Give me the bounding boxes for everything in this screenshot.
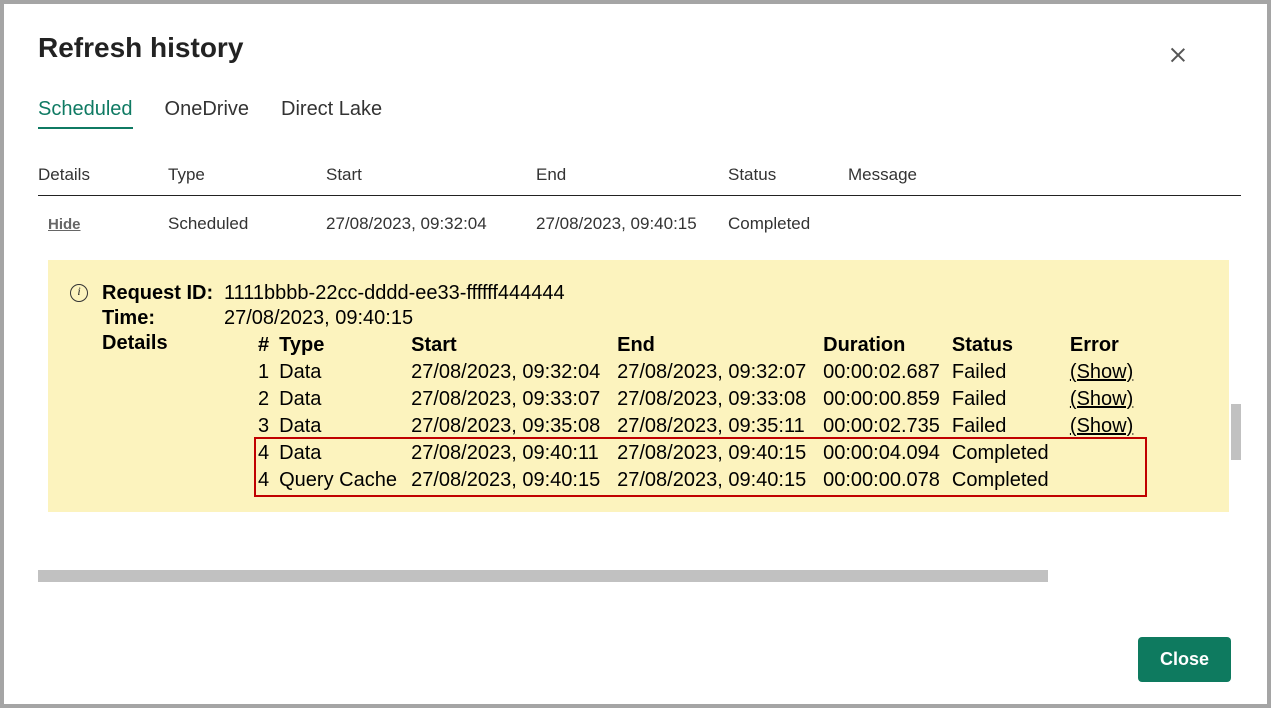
info-icon bbox=[70, 284, 88, 302]
history-section: Details Type Start End Status Message Hi… bbox=[38, 159, 1241, 512]
tab-bar: Scheduled OneDrive Direct Lake bbox=[38, 98, 1241, 129]
cell-error: (Show) bbox=[1070, 386, 1145, 413]
cell-duration: 00:00:00.859 bbox=[823, 386, 952, 413]
cell-error: (Show) bbox=[1070, 359, 1145, 386]
row-status: Completed bbox=[728, 196, 848, 235]
cell-end: 27/08/2023, 09:32:07 bbox=[617, 359, 823, 386]
cell-status: Completed bbox=[952, 440, 1070, 467]
cell-error bbox=[1070, 467, 1145, 494]
show-error-link[interactable]: (Show) bbox=[1070, 361, 1133, 383]
col-details: Details bbox=[38, 159, 168, 196]
cell-end: 27/08/2023, 09:40:15 bbox=[617, 467, 823, 494]
cell-duration: 00:00:02.735 bbox=[823, 413, 952, 440]
col-start: Start bbox=[326, 159, 536, 196]
scrollbar-horizontal[interactable] bbox=[38, 570, 1048, 582]
cell-num: 4 bbox=[258, 467, 279, 494]
cell-type: Data bbox=[279, 386, 411, 413]
cell-start: 27/08/2023, 09:40:15 bbox=[411, 467, 617, 494]
dcol-start: Start bbox=[411, 332, 617, 359]
cell-end: 27/08/2023, 09:40:15 bbox=[617, 440, 823, 467]
dcol-duration: Duration bbox=[823, 332, 952, 359]
cell-duration: 00:00:02.687 bbox=[823, 359, 952, 386]
detail-row: 4Data27/08/2023, 09:40:1127/08/2023, 09:… bbox=[258, 440, 1145, 467]
cell-duration: 00:00:04.094 bbox=[823, 440, 952, 467]
dcol-type: Type bbox=[279, 332, 411, 359]
row-end: 27/08/2023, 09:40:15 bbox=[536, 196, 728, 235]
history-table: Details Type Start End Status Message Hi… bbox=[38, 159, 1241, 234]
cell-num: 3 bbox=[258, 413, 279, 440]
col-type: Type bbox=[168, 159, 326, 196]
row-message bbox=[848, 196, 1241, 235]
row-type: Scheduled bbox=[168, 196, 326, 235]
show-error-link[interactable]: (Show) bbox=[1070, 388, 1133, 410]
cell-type: Data bbox=[279, 413, 411, 440]
close-button[interactable]: Close bbox=[1138, 637, 1231, 682]
cell-num: 1 bbox=[258, 359, 279, 386]
col-end: End bbox=[536, 159, 728, 196]
cell-num: 2 bbox=[258, 386, 279, 413]
detail-row: 4Query Cache27/08/2023, 09:40:1527/08/20… bbox=[258, 467, 1145, 494]
detail-row: 3Data27/08/2023, 09:35:0827/08/2023, 09:… bbox=[258, 413, 1145, 440]
dcol-num: # bbox=[258, 332, 279, 359]
time-value: 27/08/2023, 09:40:15 bbox=[224, 307, 413, 330]
cell-type: Query Cache bbox=[279, 467, 411, 494]
cell-error: (Show) bbox=[1070, 413, 1145, 440]
cell-end: 27/08/2023, 09:33:08 bbox=[617, 386, 823, 413]
cell-status: Failed bbox=[952, 359, 1070, 386]
cell-start: 27/08/2023, 09:35:08 bbox=[411, 413, 617, 440]
dcol-status: Status bbox=[952, 332, 1070, 359]
detail-panel: Request ID: 1111bbbb-22cc-dddd-ee33-ffff… bbox=[48, 260, 1229, 512]
cell-type: Data bbox=[279, 440, 411, 467]
show-error-link[interactable]: (Show) bbox=[1070, 415, 1133, 437]
detail-row: 1Data27/08/2023, 09:32:0427/08/2023, 09:… bbox=[258, 359, 1145, 386]
col-status: Status bbox=[728, 159, 848, 196]
cell-type: Data bbox=[279, 359, 411, 386]
details-label: Details bbox=[102, 332, 224, 494]
close-icon[interactable] bbox=[1169, 46, 1187, 64]
hide-link[interactable]: Hide bbox=[38, 216, 81, 233]
request-id-value: 1111bbbb-22cc-dddd-ee33-ffffff444444 bbox=[224, 282, 565, 305]
tab-onedrive[interactable]: OneDrive bbox=[165, 98, 249, 129]
dcol-error: Error bbox=[1070, 332, 1145, 359]
dcol-end: End bbox=[617, 332, 823, 359]
cell-num: 4 bbox=[258, 440, 279, 467]
scrollbar-vertical[interactable] bbox=[1231, 404, 1241, 460]
cell-status: Completed bbox=[952, 467, 1070, 494]
tab-scheduled[interactable]: Scheduled bbox=[38, 98, 133, 129]
cell-status: Failed bbox=[952, 386, 1070, 413]
detail-table: # Type Start End Duration Status Error 1… bbox=[258, 332, 1145, 494]
tab-direct-lake[interactable]: Direct Lake bbox=[281, 98, 382, 129]
dialog-refresh-history: Refresh history Scheduled OneDrive Direc… bbox=[0, 0, 1271, 708]
detail-row: 2Data27/08/2023, 09:33:0727/08/2023, 09:… bbox=[258, 386, 1145, 413]
row-start: 27/08/2023, 09:32:04 bbox=[326, 196, 536, 235]
col-message: Message bbox=[848, 159, 1241, 196]
dialog-title: Refresh history bbox=[38, 32, 1241, 64]
request-id-label: Request ID: bbox=[102, 282, 224, 305]
cell-start: 27/08/2023, 09:33:07 bbox=[411, 386, 617, 413]
cell-duration: 00:00:00.078 bbox=[823, 467, 952, 494]
cell-error bbox=[1070, 440, 1145, 467]
time-label: Time: bbox=[102, 307, 224, 330]
cell-end: 27/08/2023, 09:35:11 bbox=[617, 413, 823, 440]
cell-status: Failed bbox=[952, 413, 1070, 440]
cell-start: 27/08/2023, 09:32:04 bbox=[411, 359, 617, 386]
history-row: Hide Scheduled 27/08/2023, 09:32:04 27/0… bbox=[38, 196, 1241, 235]
cell-start: 27/08/2023, 09:40:11 bbox=[411, 440, 617, 467]
